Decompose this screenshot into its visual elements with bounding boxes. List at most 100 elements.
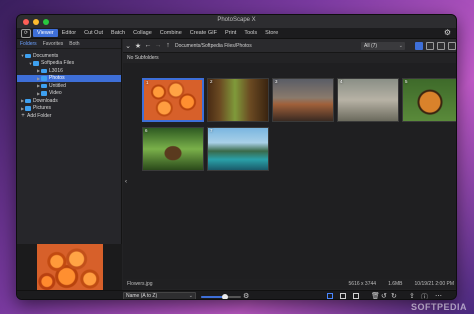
rotate-left-icon[interactable]: ↺ [381,292,387,299]
title-bar: PhotoScape X [17,15,456,28]
sort-select[interactable]: Name (A to Z) ⌄ [123,292,196,299]
add-folder-icon: + [21,112,25,119]
folder-label: Documents [33,52,59,59]
status-bar: Flowers.jpg 5616 x 3744 1.6MB 10/19/21 2… [123,279,456,289]
sidebar-tabs: Folders Favorites Both [17,39,121,49]
detail-view-button[interactable] [437,42,445,50]
folder-label: Add Folder [27,112,52,119]
folder-icon [41,91,47,96]
folder-item[interactable]: ▶ Pictures [17,105,121,113]
info-icon[interactable]: ⓘ [421,292,428,299]
photo-thumbnail[interactable]: 2 [207,78,269,122]
folder-label: L3016 [49,67,63,74]
preview-toggle-button[interactable] [448,42,456,50]
main-tab-bar: ⟳ Viewer Editor Cut Out Batch Collage Combine… [17,28,456,39]
sidebar-tab-folders[interactable]: Folders [17,41,40,47]
deselect-icon[interactable] [353,293,359,299]
photo-thumbnail[interactable]: 1 [142,78,204,122]
folder-item[interactable]: ▼ Documents [17,52,121,60]
slider-knob[interactable] [222,294,228,299]
folder-item[interactable]: ▶ Photos [17,74,121,82]
sort-value: Name (A to Z) [126,293,158,299]
folder-tree: ▼ Documents ▼ Softpedia Files ▶ L3016 ▶ Photos ▶… [17,49,121,120]
chevron-down-icon: ⌄ [188,293,193,299]
bottom-bar: Name (A to Z) ⌄ ⚙ 🗑 ↺ ↻ ⇪ ⓘ ⋯ [17,290,456,299]
settings-gear-icon[interactable]: ⚙ [444,28,451,37]
subfolders-bar: No Subfolders [123,53,456,63]
menu-tab-viewer[interactable]: Viewer [33,29,58,37]
view-mode-buttons [415,42,456,50]
select-all-icon[interactable] [327,293,333,299]
favorite-star-icon[interactable]: ★ [133,42,143,50]
filter-select[interactable]: All (7) ⌄ [361,42,405,50]
menu-tab-cut-out[interactable]: Cut Out [80,29,107,37]
status-dimensions: 5616 x 3744 [348,281,377,287]
thumbnail-number: 2 [210,79,213,84]
thumbnail-grid: 1 2 3 4 5 6 7 [123,63,456,279]
preview-pane [17,244,122,294]
sidebar-tab-both[interactable]: Both [66,41,82,47]
thumbnail-number: 4 [340,79,343,84]
status-filename: Flowers.jpg [127,281,153,287]
forward-arrow-icon[interactable]: → [153,42,163,49]
folder-item[interactable]: ▶ Untitled [17,82,121,90]
folder-icon [33,61,39,66]
selected-photo-preview [36,244,103,294]
thumbnail-size-slider[interactable] [201,294,241,299]
window-title: PhotoScape X [217,17,256,23]
photo-thumbnail[interactable]: 6 [142,127,204,171]
folder-label: Downloads [33,97,58,104]
status-date: 10/19/21 2:00 PM [414,281,454,287]
menu-tab-editor[interactable]: Editor [58,29,80,37]
share-icon[interactable]: ⇪ [409,292,415,299]
photo-thumbnail[interactable]: 3 [272,78,334,122]
grid-view-button[interactable] [415,42,423,50]
thumbnail-number: 5 [405,79,408,84]
folder-item[interactable]: ▼ Softpedia Files [17,60,121,68]
menu-tab-tools[interactable]: Tools [240,29,261,37]
up-arrow-icon[interactable]: ↑ [163,42,173,49]
folder-label: Photos [49,75,65,82]
folder-icon [41,83,47,88]
status-filesize: 1.6MB [388,281,403,287]
thumbnail-number: 1 [146,80,149,85]
folder-item[interactable]: ▶ L3016 [17,67,121,75]
folder-item[interactable]: ▶ Video [17,90,121,98]
sidebar-tab-favorites[interactable]: Favorites [40,41,67,47]
list-view-button[interactable] [426,42,434,50]
menu-tab-collage[interactable]: Collage [129,29,156,37]
folder-icon [25,98,31,103]
menu-tab-store[interactable]: Store [261,29,282,37]
thumbnail-number: 7 [210,128,213,133]
checkbox-icon[interactable] [340,293,346,299]
chevron-down-icon: ⌄ [398,43,403,49]
folder-icon [25,106,31,111]
collapse-sidebar-icon[interactable]: ‹ [123,175,129,189]
menu-tab-combine[interactable]: Combine [156,29,186,37]
folder-icon [41,68,47,73]
folder-icon [25,53,31,58]
folder-label: Untitled [49,82,66,89]
chevron-down-icon[interactable]: ⌄ [123,42,133,50]
filter-value: All (7) [364,43,378,49]
photo-thumbnail[interactable]: 5 [402,78,456,122]
photo-thumbnail[interactable]: 7 [207,127,269,171]
thumbnail-number: 3 [275,79,278,84]
menu-tab-create-gif[interactable]: Create GIF [186,29,221,37]
folder-label: Softpedia Files [41,60,75,67]
folder-item[interactable]: + Add Folder [17,112,121,120]
menu-tab-batch[interactable]: Batch [107,29,129,37]
more-icon[interactable]: ⋯ [435,292,442,299]
back-arrow-icon[interactable]: ← [143,42,153,49]
softpedia-watermark: SOFTPEDIA [410,302,467,312]
app-logo-icon[interactable]: ⟳ [21,28,31,38]
gear-icon[interactable]: ⚙ [243,292,249,299]
trash-icon[interactable]: 🗑 [371,292,380,299]
menu-tab-print[interactable]: Print [221,29,240,37]
breadcrumb: Documents/Softpedia Files/Photos [175,42,252,49]
photo-thumbnail[interactable]: 4 [337,78,399,122]
folder-item[interactable]: ▶ Downloads [17,97,121,105]
app-window: PhotoScape X ⟳ Viewer Editor Cut Out Batch C… [16,14,457,300]
rotate-right-icon[interactable]: ↻ [391,292,397,299]
folder-icon [41,76,47,81]
